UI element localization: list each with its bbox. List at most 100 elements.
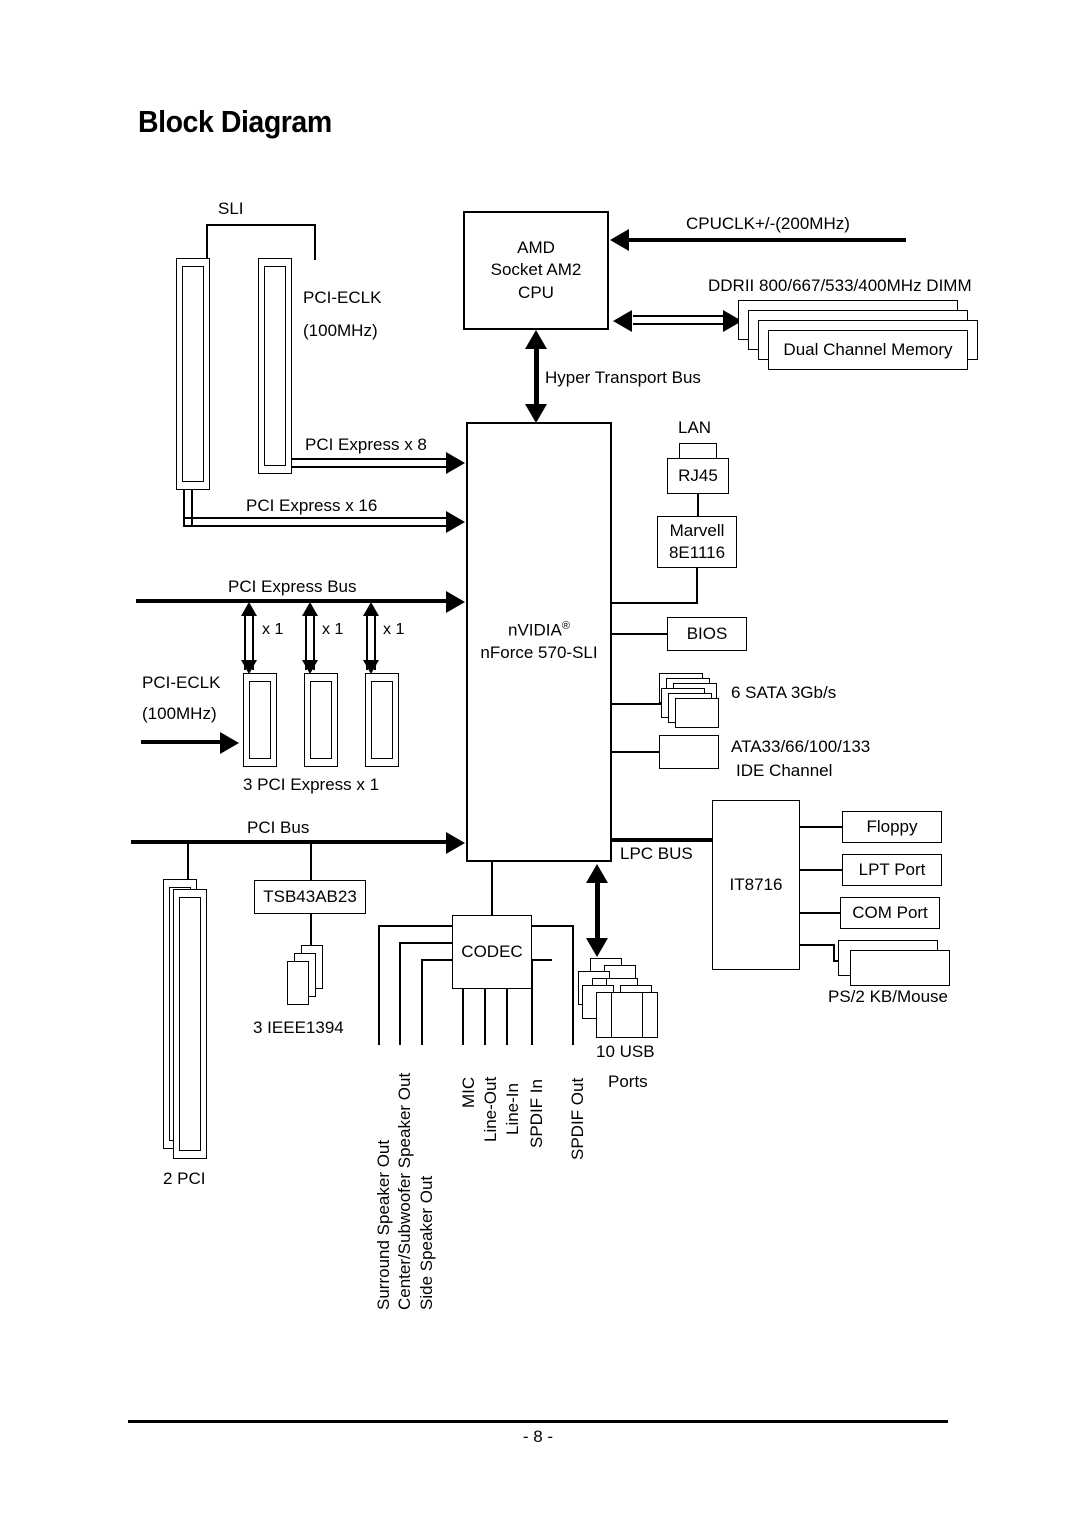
ieee1394-port-1 <box>287 961 309 1005</box>
pcie-lane-2-arrowhead-down <box>302 660 318 674</box>
codec-lead-h-8 <box>530 925 574 927</box>
pcie-lane-1-arrowhead-up <box>241 602 257 616</box>
usb-arrowhead-down <box>586 938 608 957</box>
chipset-label-line2: nForce 570-SLI <box>480 643 598 663</box>
lan-phy-line2: 8E1116 <box>668 543 726 562</box>
codec-port-label-6: Line-In <box>503 1083 522 1135</box>
usb-label-line2: Ports <box>608 1072 648 1091</box>
ps2-label: PS/2 KB/Mouse <box>828 987 949 1006</box>
dimm-slot-1: Dual Channel Memory <box>768 330 968 370</box>
sata-connector-line <box>612 703 664 705</box>
cpuclk-line <box>628 238 906 242</box>
footer-page-number: - 8 - <box>522 1427 554 1446</box>
codec-lead-v-5 <box>484 988 486 1045</box>
firewire-chip-connector-line <box>310 840 312 882</box>
lan-phy-to-bus-line <box>696 568 698 604</box>
firewire-ports-connector-line <box>310 914 312 946</box>
codec-lead-h-1 <box>378 925 454 927</box>
pcie-x1-slots-label: 3 PCI Express x 1 <box>243 775 380 794</box>
codec-lead-v-6 <box>506 988 508 1045</box>
lan-bus-to-chipset-line <box>612 602 698 604</box>
pcie-x8-rail <box>290 458 448 468</box>
codec-port-label-3: Side Speaker Out <box>417 1175 436 1310</box>
footer-divider <box>128 1420 948 1423</box>
pcie-eclk-top-label-line2: (100MHz) <box>303 321 378 340</box>
pcie-x1-slot-3[interactable] <box>365 673 399 767</box>
pcie-lane-2-label: x 1 <box>322 621 344 638</box>
codec-connector-line <box>491 862 493 916</box>
pci-bus-arrowhead <box>446 832 465 854</box>
codec-port-label-5: Line-Out <box>481 1076 500 1142</box>
pcie-x16-rail-horizontal <box>183 517 448 527</box>
hypertransport-arrowhead-down <box>525 404 547 423</box>
dual-channel-memory-label: Dual Channel Memory <box>783 340 953 359</box>
pcie-eclk-arrow-line <box>141 740 223 744</box>
sli-bridge-top <box>206 224 316 226</box>
ps2-connector-line-h1 <box>800 944 835 946</box>
hypertransport-arrowhead-up <box>525 330 547 349</box>
usb-label-line1: 10 USB <box>596 1042 655 1061</box>
block-diagram-page: Block Diagram SLI PCI-ECLK (100MHz) PCI … <box>0 0 1080 1529</box>
ide-label-line1: ATA33/66/100/133 <box>731 737 871 756</box>
lpc-bus-label: LPC BUS <box>620 844 693 863</box>
codec-lead-h-7 <box>530 959 552 961</box>
lan-phy-block: Marvell 8E1116 <box>657 516 737 568</box>
com-port-block: COM Port <box>840 897 940 929</box>
pcie-bus-label: PCI Express Bus <box>228 577 357 596</box>
page-title: Block Diagram <box>138 104 332 139</box>
pcie-bus-line <box>136 599 448 603</box>
lpc-bus-line <box>608 838 716 842</box>
pcie-x8-slot[interactable] <box>258 258 292 474</box>
codec-lead-h-3 <box>421 959 454 961</box>
pcie-lane-3-label: x 1 <box>383 621 405 638</box>
superio-block: IT8716 <box>712 800 800 970</box>
cpuclk-label: CPUCLK+/-(200MHz) <box>686 214 850 233</box>
ps2-connector-front <box>850 950 950 986</box>
pcie-eclk-top-label-line1: PCI-ECLK <box>303 288 382 307</box>
sata-port-1 <box>675 698 719 728</box>
pcie-eclk-bottom-label-line1: PCI-ECLK <box>142 673 221 692</box>
rj45-block: RJ45 <box>667 458 729 494</box>
pci-slots-label: 2 PCI <box>163 1169 206 1188</box>
cpu-label-line3: CPU <box>518 282 554 302</box>
ide-label-line2: IDE Channel <box>736 761 833 780</box>
pcie-bus-arrowhead <box>446 591 465 613</box>
pcie-lane-1-arrowhead-down <box>241 660 257 674</box>
bios-connector-line <box>612 633 669 635</box>
registered-trademark-icon: ® <box>561 620 570 633</box>
pci-bus-line <box>131 840 448 844</box>
pcie-lane-3-arrowhead-down <box>363 660 379 674</box>
pcie-x1-slot-1[interactable] <box>243 673 277 767</box>
com-connector-line <box>800 912 842 914</box>
pci-bus-label: PCI Bus <box>247 818 310 837</box>
codec-port-label-7: SPDIF In <box>527 1079 546 1148</box>
codec-block: CODEC <box>452 915 532 989</box>
floppy-connector-line <box>800 826 844 828</box>
bios-block: BIOS <box>667 617 747 651</box>
chipset-block: nVIDIA® nForce 570-SLI <box>466 422 612 862</box>
pcie-x16-slot[interactable] <box>176 258 210 490</box>
pcie-lane-2-arrowhead-up <box>302 602 318 616</box>
sli-bridge-label: SLI <box>218 199 244 218</box>
rj45-to-phy-line <box>697 494 699 518</box>
lpt-port-block: LPT Port <box>842 854 942 886</box>
sli-bridge-right-post <box>314 224 316 260</box>
lpt-connector-line <box>800 869 844 871</box>
cpu-block: AMD Socket AM2 CPU <box>463 211 609 330</box>
pcie-lane-3-arrowhead-up <box>363 602 379 616</box>
pci-slots-connector-line <box>187 840 189 880</box>
codec-port-label-8: SPDIF Out <box>568 1077 587 1160</box>
codec-port-label-2: Center/Subwoofer Speaker Out <box>395 1072 414 1310</box>
usb-bus-line <box>595 874 600 946</box>
pci-slot-2[interactable] <box>173 889 207 1159</box>
ide-channel-block <box>659 735 719 769</box>
hypertransport-label: Hyper Transport Bus <box>545 368 701 387</box>
pcie-x16-arrowhead <box>446 511 465 533</box>
pcie-eclk-arrowhead <box>220 732 239 754</box>
pcie-x1-slot-2[interactable] <box>304 673 338 767</box>
codec-port-label-1: Surround Speaker Out <box>374 1139 393 1310</box>
chipset-label-line1: nVIDIA® <box>508 620 570 640</box>
usb-arrowhead-up <box>586 864 608 883</box>
pcie-x16-link-label: PCI Express x 16 <box>246 496 378 515</box>
cpu-label-line1: AMD <box>517 237 555 257</box>
